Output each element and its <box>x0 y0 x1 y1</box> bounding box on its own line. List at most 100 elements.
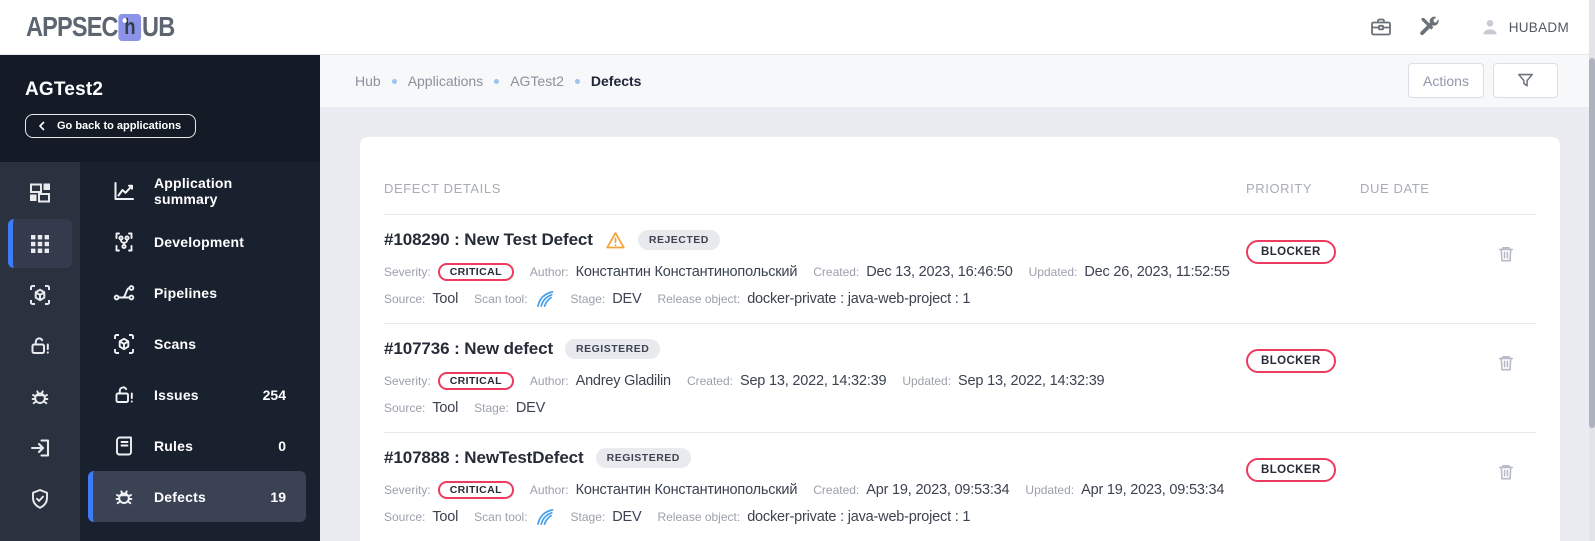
chart-line-icon <box>114 181 134 200</box>
dev-branch-icon <box>115 232 133 251</box>
tools-icon[interactable] <box>1417 15 1441 39</box>
defects-card: DEFECT DETAILS PRIORITY DUE DATE #108290… <box>360 137 1560 541</box>
author-value: Andrey Gladilin <box>575 372 672 389</box>
created-label: Created: <box>686 373 733 388</box>
rail-dashboard[interactable] <box>0 167 80 218</box>
stage-value: DEV <box>612 508 642 525</box>
stage-value: DEV <box>515 399 546 416</box>
table-header: DEFECT DETAILS PRIORITY DUE DATE <box>384 137 1536 215</box>
rail-applications[interactable] <box>0 218 80 269</box>
sidebar-menu: Application summary Development Pipeline… <box>80 162 320 541</box>
logo-dot <box>122 17 127 23</box>
created-value: Sep 13, 2022, 14:32:39 <box>739 372 887 389</box>
user-icon <box>1483 20 1497 35</box>
updated-label: Updated: <box>902 373 952 388</box>
page-scrollbar[interactable] <box>1589 0 1595 541</box>
updated-label: Updated: <box>1025 482 1075 497</box>
rail-issues[interactable] <box>0 320 80 371</box>
cube-scan-icon <box>30 284 50 305</box>
updated-value: Apr 19, 2023, 09:53:34 <box>1081 481 1225 498</box>
breadcrumb-defects: Defects <box>590 73 642 89</box>
scrollbar-thumb[interactable] <box>1589 58 1595 428</box>
created-value: Apr 19, 2023, 09:53:34 <box>866 481 1010 498</box>
defect-title[interactable]: #107888 : NewTestDefect <box>384 448 584 468</box>
user-menu[interactable]: HUBADM <box>1479 16 1569 38</box>
created-label: Created: <box>813 482 860 497</box>
chevron-left-icon <box>39 121 45 131</box>
severity-badge: CRITICAL <box>437 480 514 499</box>
menu-rules[interactable]: Rules 0 <box>80 420 320 471</box>
menu-scans[interactable]: Scans <box>80 318 320 369</box>
breadcrumb-dot <box>391 78 397 84</box>
user-name: HUBADM <box>1508 19 1569 35</box>
stage-label: Stage: <box>474 400 509 415</box>
menu-application-summary[interactable]: Application summary <box>80 165 320 216</box>
updated-value: Dec 26, 2023, 11:52:55 <box>1084 263 1230 280</box>
bug-icon <box>31 389 49 404</box>
defect-row: #108290 : New Test Defect REJECTED Sever… <box>384 215 1536 324</box>
breadcrumb-applications[interactable]: Applications <box>408 73 484 89</box>
sidebar-icon-rail <box>0 162 80 541</box>
script-icon <box>116 436 132 455</box>
warning-icon <box>606 231 625 248</box>
source-value: Tool <box>432 508 459 525</box>
breadcrumb-agtest2[interactable]: AGTest2 <box>510 73 564 89</box>
lock-alert-icon <box>31 336 49 354</box>
priority-badge: BLOCKER <box>1246 349 1336 373</box>
author-label: Author: <box>529 482 569 497</box>
breadcrumb-dot <box>574 78 580 84</box>
source-value: Tool <box>432 290 459 307</box>
dashboard-icon <box>30 183 50 202</box>
apps-grid-icon <box>31 234 49 253</box>
menu-pipelines[interactable]: Pipelines <box>80 267 320 318</box>
status-badge: REGISTERED <box>565 339 661 359</box>
go-back-button[interactable]: Go back to applications <box>25 114 197 138</box>
source-value: Tool <box>432 399 459 416</box>
source-label: Source: <box>384 400 426 415</box>
severity-label: Severity: <box>384 264 431 279</box>
issues-count: 254 <box>262 386 286 403</box>
stage-value: DEV <box>612 290 642 307</box>
scan-tool-icon <box>536 290 553 307</box>
defects-count: 19 <box>270 488 286 505</box>
trash-icon[interactable] <box>1496 461 1516 483</box>
release-value: docker-private : java-web-project : 1 <box>747 290 971 307</box>
rail-security[interactable] <box>0 473 80 524</box>
author-label: Author: <box>529 264 569 279</box>
breadcrumb-dot <box>494 78 500 84</box>
menu-development[interactable]: Development <box>80 216 320 267</box>
filter-button[interactable] <box>1493 63 1558 98</box>
defect-title[interactable]: #108290 : New Test Defect <box>384 230 593 250</box>
logo-h-icon: h <box>118 13 142 41</box>
menu-defects[interactable]: Defects 19 <box>80 471 320 522</box>
severity-badge: CRITICAL <box>437 371 514 390</box>
actions-button[interactable]: Actions <box>1408 63 1484 98</box>
breadcrumb-hub[interactable]: Hub <box>355 73 381 89</box>
author-label: Author: <box>529 373 569 388</box>
top-header: APPSEC h UB HUBADM <box>0 0 1595 55</box>
source-label: Source: <box>384 509 426 524</box>
stage-label: Stage: <box>570 291 606 306</box>
trash-icon[interactable] <box>1496 352 1516 374</box>
release-label: Release object: <box>657 509 741 524</box>
rail-defects[interactable] <box>0 371 80 422</box>
scan-tool-label: Scan tool: <box>474 509 528 524</box>
updated-value: Sep 13, 2022, 14:32:39 <box>958 372 1105 389</box>
menu-issues[interactable]: Issues 254 <box>80 369 320 420</box>
rail-exit[interactable] <box>0 422 80 473</box>
briefcase-icon[interactable] <box>1369 15 1393 39</box>
appsechub-logo: APPSEC h UB <box>26 11 175 43</box>
author-value: Константин Константинопольский <box>575 263 798 280</box>
severity-badge: CRITICAL <box>437 262 514 281</box>
trash-icon[interactable] <box>1496 243 1516 265</box>
sidebar-header: AGTest2 Go back to applications <box>0 55 320 162</box>
col-due-date: DUE DATE <box>1360 181 1430 196</box>
exit-icon <box>30 438 50 457</box>
severity-label: Severity: <box>384 373 431 388</box>
updated-label: Updated: <box>1028 264 1078 279</box>
rules-count: 0 <box>278 437 286 454</box>
defect-title[interactable]: #107736 : New defect <box>384 339 553 359</box>
shield-check-icon <box>32 488 48 509</box>
scan-tool-label: Scan tool: <box>474 291 528 306</box>
rail-scans[interactable] <box>0 269 80 320</box>
